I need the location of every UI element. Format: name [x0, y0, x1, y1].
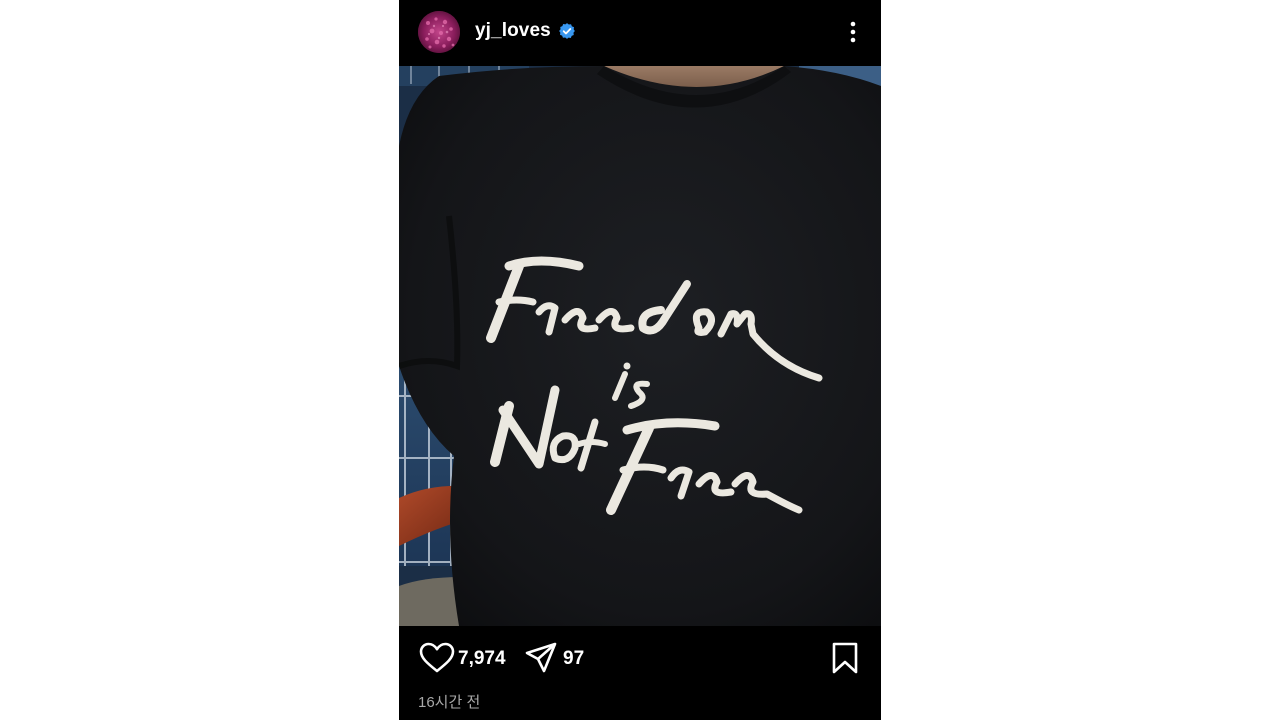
more-vertical-icon[interactable] [843, 18, 863, 46]
action-bar: 7,974 97 [399, 626, 881, 690]
paper-plane-icon[interactable] [525, 642, 557, 674]
username[interactable]: yj_loves [475, 20, 551, 42]
avatar[interactable] [418, 11, 460, 53]
post-screen: yj_loves 7,974 97 16시간 전 [399, 0, 881, 720]
avatar-image [418, 11, 460, 53]
verified-badge-icon [558, 23, 575, 39]
username-wrap: yj_loves [475, 20, 576, 42]
tshirt-photo [399, 66, 881, 626]
post-timestamp: 16시간 전 [418, 694, 481, 711]
tshirt [399, 66, 881, 626]
share-count[interactable]: 97 [563, 648, 584, 670]
bookmark-icon[interactable] [831, 642, 859, 674]
heart-icon[interactable] [419, 642, 455, 674]
post-photo[interactable] [399, 66, 881, 626]
post-header: yj_loves [399, 0, 881, 66]
like-count[interactable]: 7,974 [458, 648, 506, 670]
